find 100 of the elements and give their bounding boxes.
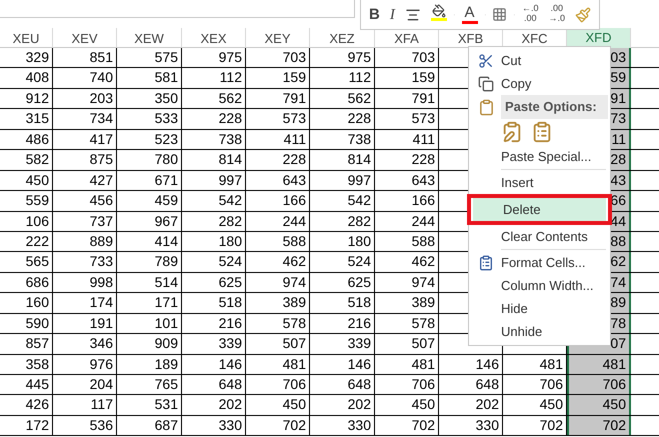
table-cell: 648 bbox=[310, 375, 375, 394]
table-cell: 450 bbox=[375, 395, 439, 415]
table-cell: 414 bbox=[117, 232, 182, 252]
table-cell: 514 bbox=[117, 272, 182, 292]
table-cell: 814 bbox=[310, 150, 375, 170]
table-cell: 733 bbox=[53, 252, 117, 272]
table-cell: 976 bbox=[53, 354, 117, 374]
table-cell: 166 bbox=[375, 191, 439, 210]
table-cell: 330 bbox=[310, 416, 375, 436]
italic-button[interactable]: I bbox=[386, 4, 399, 26]
table-cell: 112 bbox=[182, 68, 246, 88]
column-header[interactable]: XEX bbox=[182, 28, 246, 50]
table-cell: 350 bbox=[117, 88, 182, 108]
decrease-decimal-button[interactable]: ←.0 .00 bbox=[518, 2, 542, 26]
table-cell: 174 bbox=[53, 293, 117, 313]
table-cell: 203 bbox=[53, 88, 117, 108]
paste-values-glyph-icon bbox=[531, 121, 553, 143]
table-cell: 791 bbox=[246, 88, 310, 108]
table-cell: 997 bbox=[310, 170, 375, 190]
table-cell: 315 bbox=[0, 109, 53, 129]
format-cells-icon bbox=[478, 254, 494, 270]
table-cell: 588 bbox=[246, 232, 310, 252]
table-cell: 180 bbox=[310, 232, 375, 252]
paste-values-icon[interactable] bbox=[531, 121, 553, 143]
table-cell: 282 bbox=[182, 212, 246, 231]
table-cell: 578 bbox=[246, 314, 310, 334]
table-cell: 974 bbox=[375, 272, 439, 292]
column-header[interactable]: XEV bbox=[53, 28, 117, 50]
table-cell: 358 bbox=[0, 354, 53, 374]
table-cell: 426 bbox=[0, 395, 53, 415]
borders-icon bbox=[492, 7, 508, 22]
table-cell: 330 bbox=[439, 416, 503, 436]
table-cell: 389 bbox=[246, 293, 310, 313]
table-cell: 734 bbox=[53, 109, 117, 129]
table-cell: 531 bbox=[117, 395, 182, 415]
table-cell: 559 bbox=[0, 191, 53, 210]
table-cell: 703 bbox=[246, 48, 310, 68]
table-cell: 329 bbox=[0, 48, 53, 68]
table-cell: 575 bbox=[117, 48, 182, 68]
column-header[interactable]: XFA bbox=[375, 28, 439, 50]
table-cell: 588 bbox=[375, 232, 439, 252]
table-cell: 524 bbox=[310, 252, 375, 272]
table-cell: 706 bbox=[375, 375, 439, 394]
bold-button[interactable]: B bbox=[365, 4, 384, 26]
table-cell: 180 bbox=[182, 232, 246, 252]
table-cell: 648 bbox=[439, 375, 503, 394]
table-cell: 533 bbox=[117, 109, 182, 129]
table-cell: 459 bbox=[117, 191, 182, 210]
table-cell: 998 bbox=[53, 272, 117, 292]
table-cell: 202 bbox=[439, 395, 503, 415]
column-header[interactable]: XEU bbox=[0, 28, 53, 50]
table-cell: 160 bbox=[0, 293, 53, 313]
table-cell: 202 bbox=[310, 395, 375, 415]
table-cell: 204 bbox=[53, 375, 117, 394]
table-cell: 445 bbox=[0, 375, 53, 394]
table-cell: 625 bbox=[182, 272, 246, 292]
menu-item[interactable]: Delete bbox=[473, 198, 606, 221]
table-cell: 814 bbox=[182, 150, 246, 170]
table-cell: 737 bbox=[53, 212, 117, 231]
table-cell: 738 bbox=[182, 130, 246, 150]
table-cell: 889 bbox=[53, 232, 117, 252]
table-cell: 518 bbox=[182, 293, 246, 313]
table-cell: 450 bbox=[246, 395, 310, 415]
column-header[interactable]: XEY bbox=[246, 28, 310, 50]
table-cell: 346 bbox=[53, 334, 117, 354]
column-header[interactable]: XEZ bbox=[310, 28, 375, 50]
table-cell: 106 bbox=[0, 212, 53, 231]
table-cell: 222 bbox=[0, 232, 53, 252]
table-cell: 462 bbox=[375, 252, 439, 272]
table-cell: 582 bbox=[0, 150, 53, 170]
table-cell: 171 bbox=[117, 293, 182, 313]
table-cell: 427 bbox=[53, 170, 117, 190]
align-center-icon bbox=[404, 6, 421, 22]
table-cell: 450 bbox=[567, 395, 631, 415]
table-cell: 191 bbox=[53, 314, 117, 334]
table-cell: 244 bbox=[246, 212, 310, 231]
table-cell: 702 bbox=[567, 416, 631, 436]
table-cell: 643 bbox=[246, 170, 310, 190]
paste-formatting-icon[interactable] bbox=[501, 121, 523, 143]
font-color-button[interactable]: A bbox=[458, 4, 482, 26]
table-cell: 518 bbox=[310, 293, 375, 313]
column-header[interactable]: XEW bbox=[117, 28, 182, 50]
table-cell: 565 bbox=[0, 252, 53, 272]
table-cell: 146 bbox=[439, 354, 503, 374]
table-cell: 462 bbox=[246, 252, 310, 272]
increase-decimal-button[interactable]: .00 →.0 bbox=[544, 2, 569, 26]
table-cell: 909 bbox=[117, 334, 182, 354]
table-cell: 686 bbox=[0, 272, 53, 292]
table-cell: 481 bbox=[246, 354, 310, 374]
table-cell: 857 bbox=[0, 334, 53, 354]
table-cell: 481 bbox=[375, 354, 439, 374]
paint-bucket-icon bbox=[432, 4, 446, 18]
table-cell: 765 bbox=[117, 375, 182, 394]
table-cell: 101 bbox=[117, 314, 182, 334]
table-cell: 997 bbox=[182, 170, 246, 190]
paste-formatting-glyph-icon bbox=[501, 121, 523, 143]
table-cell: 228 bbox=[182, 109, 246, 129]
table-cell: 507 bbox=[375, 334, 439, 354]
table-cell: 339 bbox=[182, 334, 246, 354]
scissors-icon bbox=[478, 52, 494, 68]
